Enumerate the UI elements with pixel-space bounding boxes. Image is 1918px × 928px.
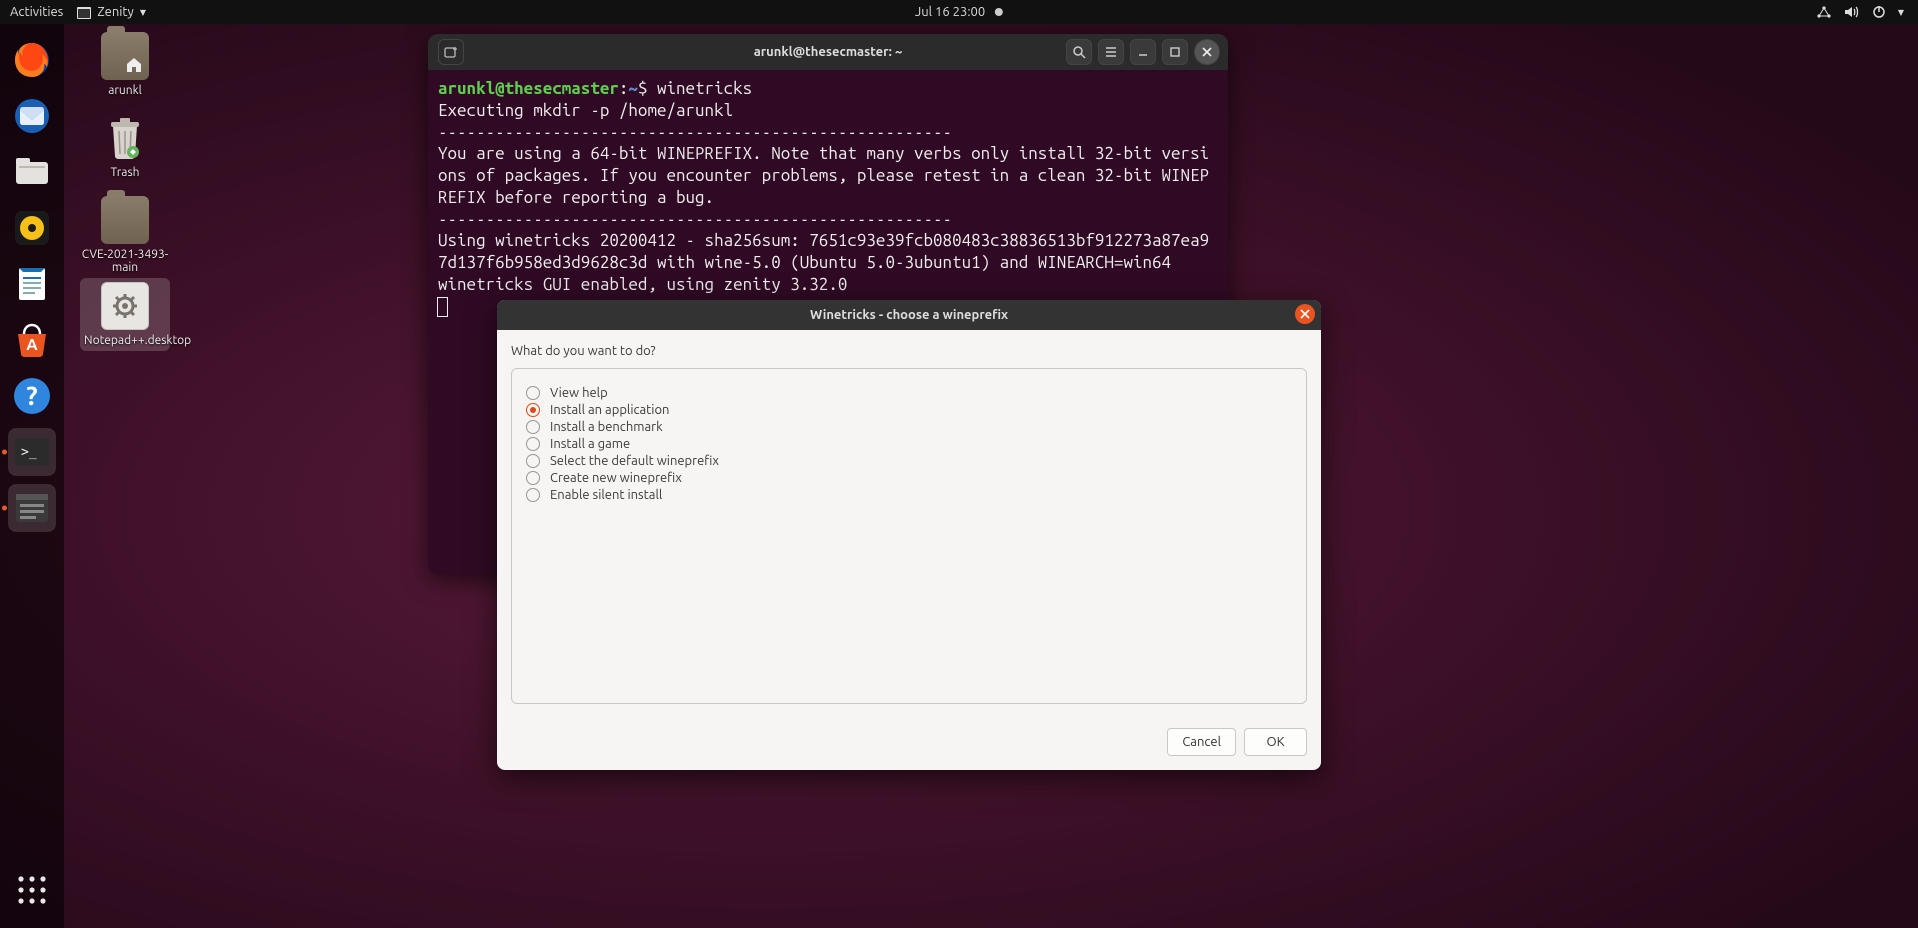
terminal-title: arunkl@thesecmaster: ~ [754, 45, 903, 59]
svg-text:>_: >_ [21, 445, 37, 460]
home-overlay-icon [125, 56, 143, 74]
gear-icon [112, 293, 138, 319]
radio-icon [526, 420, 540, 434]
dock-app-grid[interactable] [8, 866, 56, 914]
radio-icon [526, 437, 540, 451]
close-icon [1300, 309, 1310, 319]
clock[interactable]: Jul 16 23:00 [915, 5, 1003, 19]
radio-option[interactable]: View help [526, 386, 1292, 400]
search-icon [1072, 45, 1086, 59]
terminal-menu-button[interactable] [1098, 39, 1124, 65]
power-icon [1872, 5, 1886, 19]
hamburger-icon [1104, 45, 1118, 59]
radio-option[interactable]: Install an application [526, 403, 1292, 417]
radio-icon [526, 471, 540, 485]
radio-option[interactable]: Enable silent install [526, 488, 1292, 502]
desktop-icon-trash[interactable]: Trash [80, 114, 170, 179]
new-tab-icon [444, 45, 458, 59]
svg-text:A: A [26, 336, 38, 354]
dock-rhythmbox[interactable] [8, 204, 56, 252]
radio-option[interactable]: Install a benchmark [526, 420, 1292, 434]
radio-label: Enable silent install [550, 488, 662, 502]
ok-button[interactable]: OK [1244, 728, 1307, 756]
close-button[interactable] [1194, 39, 1220, 65]
status-area[interactable]: ▼ [1816, 5, 1918, 19]
app-indicator[interactable]: Zenity ▼ [77, 5, 146, 20]
radio-label: Install a game [550, 437, 630, 451]
dock-writer[interactable] [8, 260, 56, 308]
dialog-titlebar[interactable]: Winetricks - choose a wineprefix [497, 300, 1321, 330]
dock-terminal[interactable]: >_ [8, 428, 56, 476]
minimize-icon [1137, 46, 1149, 58]
cursor [438, 298, 447, 316]
desktop-icon-home[interactable]: arunkl [80, 32, 170, 97]
desktop-icon-label: Notepad++.desktop [84, 334, 166, 347]
svg-text:?: ? [26, 381, 37, 410]
dock-files[interactable] [8, 148, 56, 196]
terminal-output: Executing mkdir -p /home/arunkl --------… [438, 101, 1209, 294]
desktop-icon-label: arunkl [80, 84, 170, 97]
maximize-icon [1169, 46, 1181, 58]
network-icon [1816, 5, 1832, 19]
app-name: Zenity [97, 5, 134, 19]
gnome-topbar: Activities Zenity ▼ Jul 16 23:00 ▼ [0, 0, 1918, 24]
maximize-button[interactable] [1162, 39, 1188, 65]
trashcan-icon [105, 116, 145, 160]
dock-firefox[interactable] [8, 36, 56, 84]
dock-zenity-window[interactable] [8, 484, 56, 532]
radio-icon [526, 403, 540, 417]
radio-label: Install a benchmark [550, 420, 663, 434]
radio-option[interactable]: Create new wineprefix [526, 471, 1292, 485]
minimize-button[interactable] [1130, 39, 1156, 65]
terminal-titlebar[interactable]: arunkl@thesecmaster: ~ [428, 34, 1228, 70]
dialog-title: Winetricks - choose a wineprefix [810, 308, 1008, 322]
radio-icon [526, 454, 540, 468]
dialog-close-button[interactable] [1295, 304, 1315, 324]
chevron-down-icon: ▼ [1898, 8, 1904, 17]
ubuntu-dock: A ? >_ [0, 24, 64, 928]
cancel-button[interactable]: Cancel [1167, 728, 1236, 756]
activities-button[interactable]: Activities [10, 5, 63, 19]
desktop-icon-label: Trash [80, 166, 170, 179]
radio-option[interactable]: Install a game [526, 437, 1292, 451]
dock-software[interactable]: A [8, 316, 56, 364]
dock-thunderbird[interactable] [8, 92, 56, 140]
zenity-window-icon [77, 6, 91, 20]
close-icon [1201, 46, 1213, 58]
new-tab-button[interactable] [438, 39, 464, 65]
radio-option[interactable]: Select the default wineprefix [526, 454, 1292, 468]
desktop-icon-notepad[interactable]: Notepad++.desktop [80, 278, 170, 351]
radio-label: Select the default wineprefix [550, 454, 719, 468]
terminal-search-button[interactable] [1066, 39, 1092, 65]
winetricks-dialog: Winetricks - choose a wineprefix What do… [497, 300, 1321, 770]
desktop-icon-label: CVE-2021-3493-main [76, 248, 174, 274]
desktop-icon-cve[interactable]: CVE-2021-3493-main [76, 196, 174, 274]
radio-label: Install an application [550, 403, 669, 417]
dialog-prompt: What do you want to do? [511, 344, 1307, 358]
dialog-options: View help Install an application Install a… [511, 368, 1307, 704]
dock-help[interactable]: ? [8, 372, 56, 420]
radio-icon [526, 488, 540, 502]
radio-icon [526, 386, 540, 400]
radio-label: Create new wineprefix [550, 471, 682, 485]
radio-label: View help [550, 386, 608, 400]
volume-icon [1844, 5, 1860, 19]
terminal-body[interactable]: arunkl@thesecmaster:~$ winetricks Execut… [428, 70, 1228, 325]
recording-dot-icon [995, 8, 1003, 16]
